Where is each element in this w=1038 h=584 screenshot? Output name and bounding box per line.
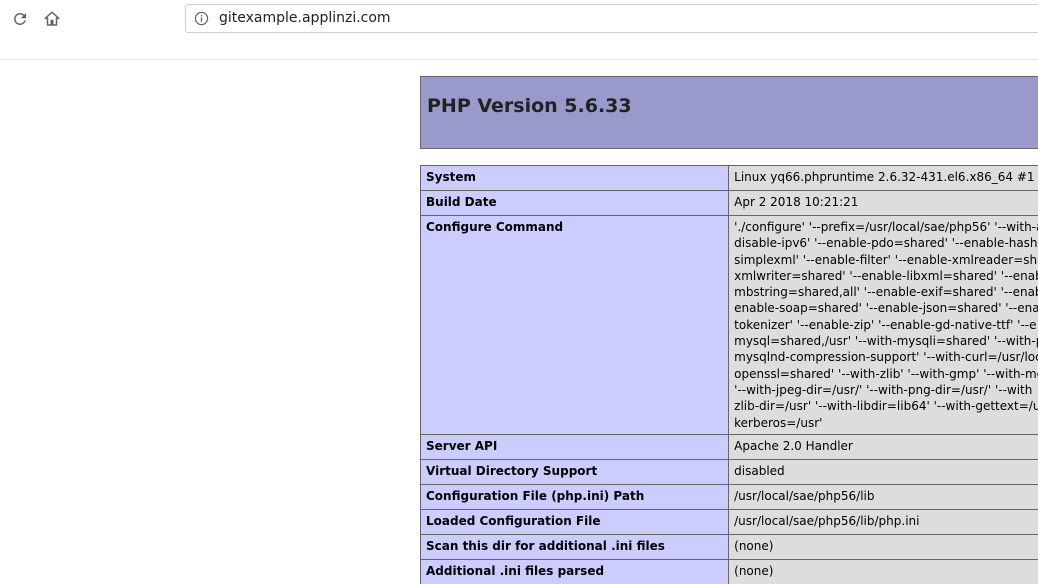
configure-line: mbstring=shared,all' '--enable-exif=shar… [734, 285, 1038, 300]
row-value: Apr 2 2018 10:21:21 [728, 190, 1038, 216]
page-content: PHP Version 5.6.33 System Linux yq66.php… [0, 60, 1038, 584]
table-row: Additional .ini files parsed (none) [419, 558, 1038, 584]
php-version-header: PHP Version 5.6.33 [420, 76, 1038, 149]
row-label: Server API [419, 433, 730, 460]
table-row: System Linux yq66.phpruntime 2.6.32-431.… [419, 165, 1038, 191]
table-row: Configure Command './configure' '--prefi… [419, 215, 1038, 435]
configure-line: xmlwriter=shared' '--enable-libxml=share… [734, 268, 1038, 283]
row-label: System [419, 165, 730, 191]
table-row: Build Date Apr 2 2018 10:21:21 [419, 190, 1038, 216]
configure-line: simplexml' '--enable-filter' '--enable-x… [734, 252, 1038, 267]
phpinfo-table: System Linux yq66.phpruntime 2.6.32-431.… [419, 165, 1038, 584]
row-value: Apache 2.0 Handler [728, 433, 1038, 460]
row-label: Build Date [419, 190, 730, 216]
configure-command-value: './configure' '--prefix=/usr/local/sae/p… [728, 215, 1038, 435]
row-value: disabled [728, 458, 1038, 485]
row-value: /usr/local/sae/php56/lib [728, 483, 1038, 510]
reload-icon [13, 12, 26, 25]
row-label: Loaded Configuration File [419, 508, 730, 535]
configure-line: mysqlnd-compression-support' '--with-cur… [734, 350, 1038, 365]
info-icon[interactable] [194, 11, 209, 26]
row-value: /usr/local/sae/php56/lib/php.ini [728, 508, 1038, 535]
row-value: Linux yq66.phpruntime 2.6.32-431.el6.x86… [728, 165, 1038, 191]
row-label: Virtual Directory Support [419, 458, 730, 485]
row-label: Additional .ini files parsed [419, 558, 730, 584]
table-row: Virtual Directory Support disabled [419, 458, 1038, 485]
table-row: Server API Apache 2.0 Handler [419, 433, 1038, 460]
page-title: PHP Version 5.6.33 [427, 95, 632, 117]
home-icon [44, 11, 60, 26]
table-row: Configuration File (php.ini) Path /usr/l… [419, 483, 1038, 510]
address-bar[interactable]: gitexample.applinzi.com [185, 4, 1038, 33]
configure-line: enable-soap=shared' '--enable-json=share… [734, 301, 1038, 316]
configure-line: openssl=shared' '--with-zlib' '--with-gm… [734, 366, 1038, 381]
table-row: Loaded Configuration File /usr/local/sae… [419, 508, 1038, 535]
row-label: Configure Command [419, 215, 730, 435]
configure-line: zlib-dir=/usr' '--with-libdir=lib64' '--… [734, 399, 1038, 414]
configure-line: tokenizer' '--enable-zip' '--enable-gd-n… [734, 317, 1037, 332]
address-url[interactable]: gitexample.applinzi.com [219, 10, 391, 26]
reload-button[interactable] [10, 9, 30, 29]
row-value: (none) [728, 533, 1038, 560]
home-button[interactable] [42, 9, 62, 29]
table-row: Scan this dir for additional .ini files … [419, 533, 1038, 560]
configure-line: kerberos=/usr' [734, 415, 823, 430]
configure-line: './configure' '--prefix=/usr/local/sae/p… [734, 220, 1038, 234]
row-label: Configuration File (php.ini) Path [419, 483, 730, 510]
configure-line: mysql=shared,/usr' '--with-mysqli=shared… [734, 334, 1038, 349]
configure-line: disable-ipv6' '--enable-pdo=shared' '--e… [734, 236, 1038, 251]
row-value: (none) [728, 558, 1038, 584]
row-label: Scan this dir for additional .ini files [419, 533, 730, 560]
browser-toolbar: gitexample.applinzi.com [0, 0, 1038, 60]
configure-line: '--with-jpeg-dir=/usr/' '--with-png-dir=… [734, 382, 1033, 397]
